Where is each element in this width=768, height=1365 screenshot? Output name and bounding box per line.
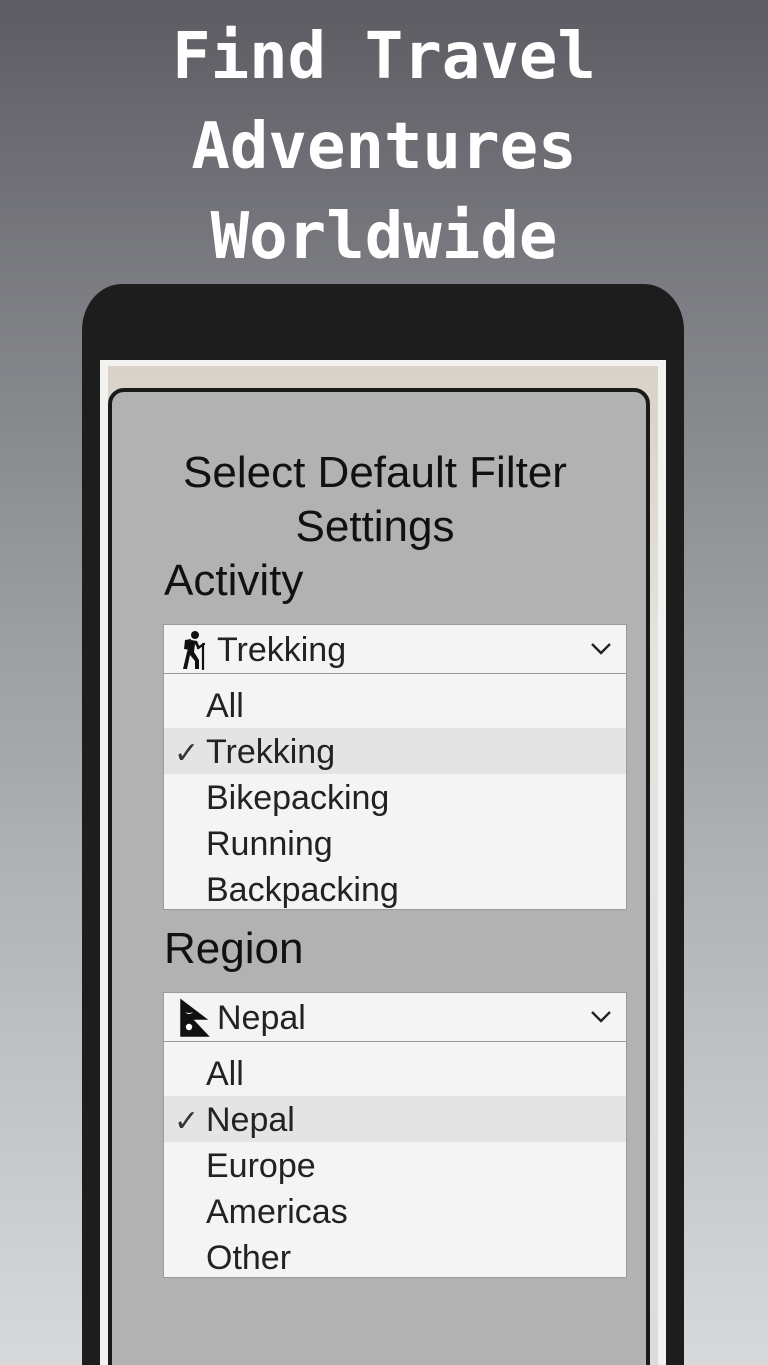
activity-option-running[interactable]: Running [164, 820, 626, 866]
activity-option-trekking[interactable]: ✓ Trekking [164, 728, 626, 774]
option-label: Trekking [206, 733, 336, 771]
checkmark-icon: ✓ [174, 737, 200, 770]
checkmark-icon: ✓ [174, 1105, 200, 1138]
activity-selected-value: Trekking [217, 631, 347, 669]
headline: Find Travel Adventures Worldwide [0, 12, 768, 282]
option-label: Americas [206, 1193, 348, 1231]
hiker-icon [183, 631, 206, 670]
dialog-title-line-2: Settings [295, 502, 455, 551]
dialog-title: Select Default Filter Settings [112, 446, 638, 554]
headline-line-3: Worldwide [210, 200, 558, 274]
headline-line-2: Adventures [191, 110, 577, 184]
activity-label: Activity [164, 556, 304, 605]
activity-dropdown[interactable]: Trekking [163, 624, 627, 674]
option-label: All [206, 1055, 244, 1093]
option-label: Europe [206, 1147, 316, 1185]
region-option-other[interactable]: Other [164, 1234, 626, 1280]
activity-option-backpacking[interactable]: Backpacking [164, 866, 626, 912]
option-label: Backpacking [206, 871, 399, 909]
nepal-flag-icon [180, 998, 210, 1037]
option-label: Bikepacking [206, 779, 390, 817]
dialog-title-line-1: Select Default Filter [183, 448, 567, 497]
activity-option-all[interactable]: All [164, 682, 626, 728]
region-option-nepal[interactable]: ✓ Nepal [164, 1096, 626, 1142]
activity-options-list: All ✓ Trekking Bikepacking Running Backp… [163, 674, 627, 910]
chevron-down-icon [591, 1011, 611, 1023]
region-option-all[interactable]: All [164, 1050, 626, 1096]
region-dropdown[interactable]: Nepal [163, 992, 627, 1042]
region-option-europe[interactable]: Europe [164, 1142, 626, 1188]
option-label: Nepal [206, 1101, 295, 1139]
activity-option-bikepacking[interactable]: Bikepacking [164, 774, 626, 820]
region-label: Region [164, 924, 304, 973]
region-option-americas[interactable]: Americas [164, 1188, 626, 1234]
option-label: Other [206, 1239, 292, 1277]
option-label: Running [206, 825, 333, 863]
option-label: All [206, 687, 244, 725]
headline-line-1: Find Travel [172, 20, 596, 94]
chevron-down-icon [591, 643, 611, 655]
region-options-list: All ✓ Nepal Europe Americas Other [163, 1042, 627, 1278]
region-selected-value: Nepal [217, 999, 306, 1037]
